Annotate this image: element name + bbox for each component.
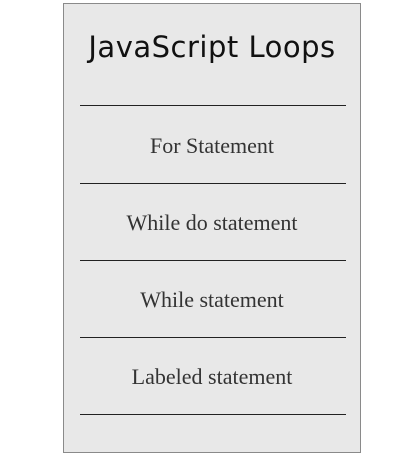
divider — [80, 414, 346, 415]
divider — [80, 183, 346, 184]
divider — [80, 105, 346, 106]
nav-item-while-statement[interactable]: While statement — [64, 286, 360, 314]
divider — [80, 337, 346, 338]
nav-item-labeled-statement[interactable]: Labeled statement — [64, 363, 360, 391]
nav-title: JavaScript Loops — [88, 30, 336, 64]
nav-item-for-statement[interactable]: For Statement — [64, 132, 360, 160]
nav-item-while-do-statement[interactable]: While do statement — [64, 209, 360, 237]
loops-nav-panel: JavaScript Loops For Statement While do … — [63, 3, 361, 453]
divider — [80, 260, 346, 261]
